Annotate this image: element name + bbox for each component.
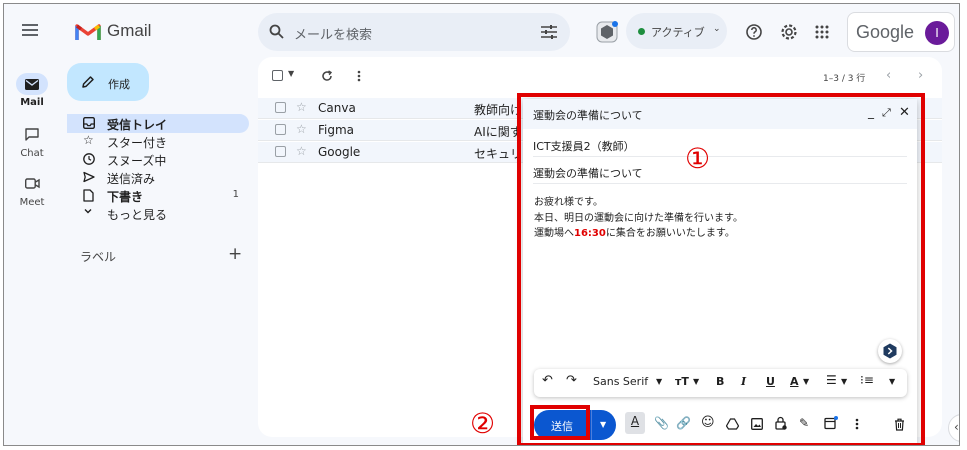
annotation-box-send — [530, 405, 590, 440]
add-label-button[interactable]: + — [228, 244, 242, 264]
refresh-icon[interactable] — [321, 70, 333, 82]
more-vert-icon[interactable] — [357, 70, 361, 82]
gmail-logo-icon[interactable] — [75, 22, 101, 42]
help-icon[interactable] — [746, 24, 762, 40]
nav-label: 送信済み — [107, 172, 156, 186]
main-menu-icon[interactable] — [22, 24, 38, 36]
rail-chat[interactable]: Chat — [12, 123, 52, 159]
rail-meet[interactable]: Meet — [12, 172, 52, 208]
star-icon[interactable]: ☆ — [296, 144, 307, 158]
email-subject: 教師向け — [474, 103, 519, 117]
email-sender: Google — [318, 145, 361, 159]
annotation-marker-2: ② — [470, 407, 496, 440]
nav-label: スヌーズ中 — [107, 154, 167, 168]
rail-mail-label: Mail — [20, 97, 44, 108]
rail-meet-label: Meet — [19, 197, 45, 208]
app-name: Gmail — [107, 21, 152, 40]
row-checkbox[interactable] — [275, 146, 286, 157]
google-logo: Google — [856, 22, 915, 42]
email-sender: Figma — [318, 123, 355, 137]
gemini-extension-icon[interactable] — [596, 21, 618, 43]
pencil-icon — [81, 75, 95, 89]
annotation-marker-1: ① — [685, 142, 711, 175]
chat-icon — [16, 123, 48, 145]
drafts-count: 1 — [232, 189, 239, 200]
chevron-down-icon — [83, 206, 93, 216]
nav-label: 下書き — [107, 190, 144, 204]
send-icon — [83, 171, 95, 183]
nav-label: 受信トレイ — [107, 118, 168, 132]
nav-item-inbox[interactable]: 受信トレイ — [67, 114, 249, 133]
nav-label: もっと見る — [107, 208, 168, 222]
rail-mail[interactable]: Mail — [12, 73, 52, 108]
nav-item-sent[interactable]: 送信済み — [67, 168, 249, 187]
star-icon: ☆ — [83, 133, 94, 147]
prev-page-icon[interactable]: ‹ — [886, 68, 891, 83]
email-sender: Canva — [318, 101, 356, 115]
status-label: アクティブ — [651, 26, 705, 39]
settings-gear-icon[interactable] — [780, 23, 798, 41]
labels-heading: ラベル — [80, 250, 117, 264]
gmail-window: Gmail メールを検索 アクティブ ⌄ Google I Mail Chat … — [3, 3, 960, 446]
clock-icon — [83, 153, 95, 165]
select-dropdown-icon[interactable]: ▼ — [288, 69, 294, 78]
compose-button[interactable]: 作成 — [67, 63, 149, 101]
annotation-box-compose — [517, 93, 925, 445]
search-input[interactable]: メールを検索 — [294, 24, 372, 43]
draft-icon — [83, 189, 94, 202]
video-camera-icon — [16, 172, 48, 194]
nav-item-starred[interactable]: ☆ スター付き — [67, 132, 249, 151]
email-subject: AIに関す — [474, 125, 519, 139]
select-all-checkbox[interactable] — [272, 70, 283, 81]
star-icon[interactable]: ☆ — [296, 100, 307, 114]
mail-icon — [16, 73, 48, 95]
inbox-icon — [83, 117, 95, 129]
avatar[interactable]: I — [925, 21, 949, 45]
status-selector[interactable]: アクティブ ⌄ — [626, 13, 727, 49]
rail-chat-label: Chat — [20, 148, 44, 159]
nav-item-more[interactable]: もっと見る — [67, 204, 249, 223]
nav-label: スター付き — [107, 136, 168, 150]
side-panel-toggle-icon[interactable]: ‹ — [948, 414, 959, 442]
pagination-text: 1–3 / 3 行 — [823, 74, 866, 84]
search-options-icon[interactable] — [541, 25, 557, 39]
nav-item-snoozed[interactable]: スヌーズ中 — [67, 150, 249, 169]
nav-item-drafts[interactable]: 下書き 1 — [67, 186, 249, 205]
chevron-down-icon: ⌄ — [713, 24, 721, 34]
next-page-icon[interactable]: › — [918, 68, 923, 83]
search-icon[interactable] — [269, 24, 284, 39]
account-switcher[interactable]: Google I — [847, 12, 955, 52]
star-icon[interactable]: ☆ — [296, 122, 307, 136]
email-subject: セキュリ — [474, 147, 519, 161]
row-checkbox[interactable] — [275, 124, 286, 135]
row-checkbox[interactable] — [275, 102, 286, 113]
compose-label: 作成 — [108, 78, 130, 91]
active-status-dot — [638, 28, 645, 35]
apps-grid-icon[interactable] — [815, 25, 829, 39]
search-bar[interactable]: メールを検索 — [258, 13, 570, 51]
